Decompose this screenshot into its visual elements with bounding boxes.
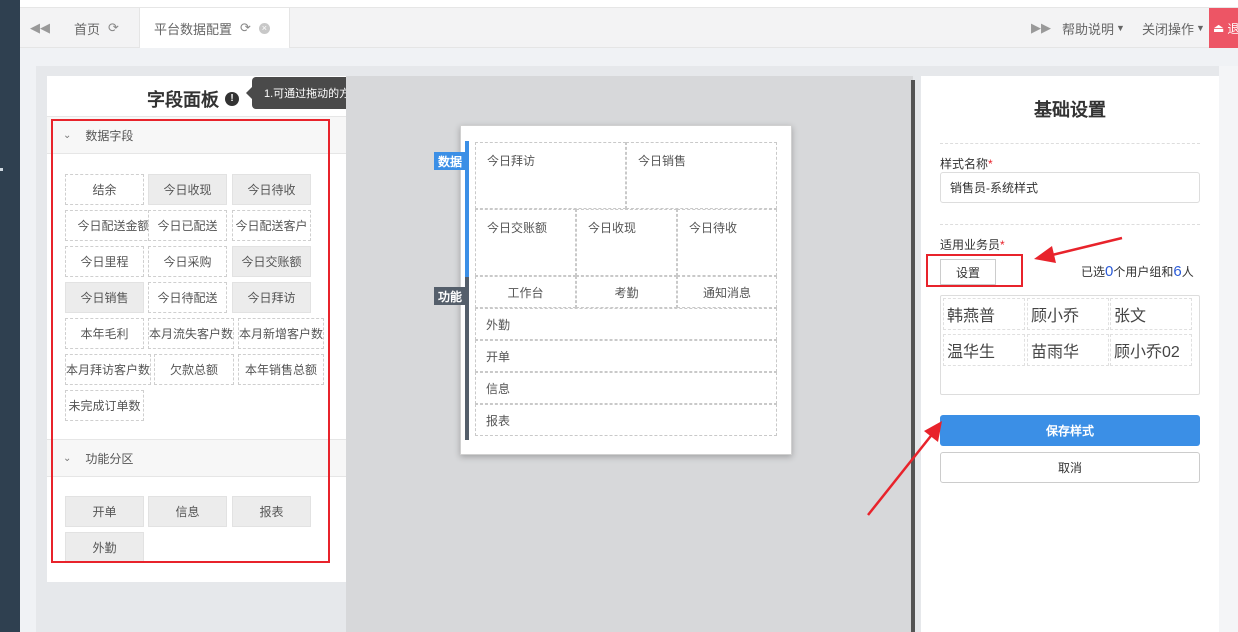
tabs-prev-icon[interactable]: ◀◀ [20, 8, 60, 48]
phone-preview: 今日拜访 今日销售 今日交账额 今日收现 今日待收 工作台 考勤 通知消息 外勤… [460, 125, 792, 455]
preview-cell[interactable]: 今日销售 [626, 142, 777, 209]
canvas-scrollbar[interactable] [911, 80, 915, 632]
preview-cell[interactable]: 今日收现 [576, 209, 677, 276]
preview-list-item[interactable]: 信息 [475, 372, 777, 404]
exit-button[interactable]: ⏏ 退 [1209, 8, 1238, 48]
tab-bar: ◀◀ 首页 ⟳ 平台数据配置 ⟳ × ▶▶ 帮助说明 ▼ 关闭操作 ▼ ⏏ 退 [20, 8, 1238, 48]
close-ops-label: 关闭操作 [1142, 21, 1195, 37]
tab-home-label: 首页 [74, 21, 101, 37]
selected-users-count: 6 [1173, 263, 1182, 280]
help-menu-label: 帮助说明 [1062, 21, 1115, 37]
preview-list-item[interactable]: 外勤 [475, 308, 777, 340]
tab-config-label: 平台数据配置 [154, 21, 233, 37]
selected-suffix: 人 [1181, 265, 1194, 279]
user-chip[interactable]: 张文 [1110, 298, 1192, 330]
refresh-icon[interactable]: ⟳ [108, 20, 119, 36]
selected-prefix: 已选 [1081, 265, 1106, 279]
preview-list-item[interactable]: 开单 [475, 340, 777, 372]
preview-cell[interactable]: 今日待收 [677, 209, 777, 276]
preview-cell[interactable]: 今日拜访 [475, 142, 626, 209]
field-panel-title-text: 字段面板 [147, 90, 219, 110]
style-name-input[interactable]: 销售员-系统样式 [940, 172, 1200, 203]
selected-summary: 已选0个用户组和6人 [1081, 263, 1194, 280]
caret-down-icon: ▼ [1196, 23, 1205, 33]
user-chip[interactable]: 顾小乔02 [1110, 334, 1192, 366]
salesman-label: 适用业务员* [940, 236, 1005, 253]
selected-mid: 个用户组和 [1113, 265, 1174, 279]
salesman-label-text: 适用业务员 [940, 238, 1001, 252]
data-section-label: 数据 [434, 152, 466, 170]
preview-list-item[interactable]: 报表 [475, 404, 777, 436]
tabs-next-icon[interactable]: ▶▶ [1026, 8, 1056, 48]
tab-platform-config[interactable]: 平台数据配置 ⟳ × [140, 8, 290, 48]
style-name-label-text: 样式名称 [940, 157, 989, 171]
help-menu[interactable]: 帮助说明 ▼ [1062, 8, 1125, 48]
settings-panel: 基础设置 样式名称* 销售员-系统样式 适用业务员* 设置 已选0个用户组和6人… [921, 76, 1219, 632]
style-name-label: 样式名称* [940, 155, 993, 172]
user-chip[interactable]: 温华生 [943, 334, 1025, 366]
func-section-label-tag: 功能 [434, 287, 466, 305]
annotation-box-setup [926, 254, 1023, 287]
caret-down-icon: ▼ [1116, 23, 1125, 33]
refresh-icon[interactable]: ⟳ [240, 20, 251, 36]
user-chip[interactable]: 韩燕普 [943, 298, 1025, 330]
preview-cell[interactable]: 今日交账额 [475, 209, 576, 276]
sidebar-dot [0, 168, 3, 171]
annotation-box-fields [51, 119, 330, 563]
right-edge [1219, 66, 1238, 632]
tab-home[interactable]: 首页 ⟳ [60, 8, 140, 48]
preview-func-cell[interactable]: 通知消息 [677, 276, 777, 308]
user-chip[interactable]: 苗雨华 [1027, 334, 1109, 366]
selected-users-box: 韩燕普 顾小乔 张文 温华生 苗雨华 顾小乔02 [940, 295, 1200, 395]
preview-func-cell[interactable]: 工作台 [475, 276, 576, 308]
save-style-button[interactable]: 保存样式 [940, 415, 1200, 446]
divider [940, 224, 1200, 225]
divider [940, 143, 1200, 144]
close-ops-menu[interactable]: 关闭操作 ▼ [1142, 8, 1205, 48]
cancel-button[interactable]: 取消 [940, 452, 1200, 483]
exit-label: 退 [1227, 21, 1238, 36]
settings-title: 基础设置 [1034, 100, 1106, 120]
info-icon[interactable]: ! [225, 92, 239, 106]
required-mark: * [1000, 238, 1005, 252]
required-mark: * [988, 157, 993, 171]
preview-func-cell[interactable]: 考勤 [576, 276, 677, 308]
user-chip[interactable]: 顾小乔 [1027, 298, 1109, 330]
close-icon[interactable]: × [258, 22, 270, 34]
left-sidebar [0, 0, 20, 632]
field-panel-title: 字段面板 ! [147, 86, 239, 112]
exit-icon: ⏏ [1213, 21, 1225, 35]
top-strip [20, 0, 1238, 8]
